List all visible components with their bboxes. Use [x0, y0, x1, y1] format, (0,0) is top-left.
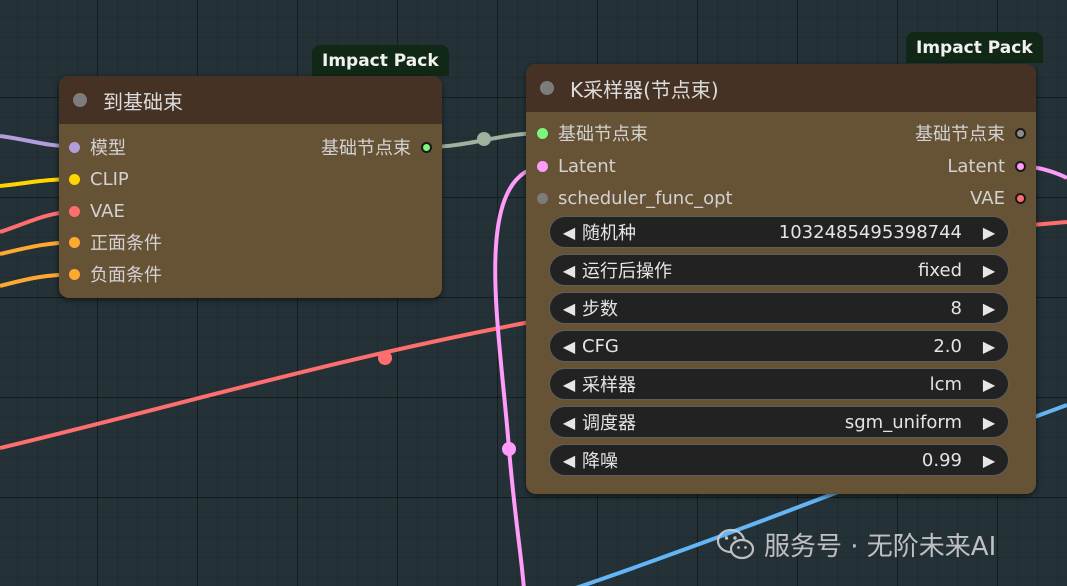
input-slot-clip[interactable]: CLIP [69, 165, 129, 193]
wire-latent-midpoint[interactable] [502, 442, 516, 456]
slot-label: scheduler_func_opt [558, 187, 733, 209]
wire-basic-pipe-midpoint[interactable] [477, 132, 491, 146]
widget-label: CFG [582, 335, 619, 357]
widget-value[interactable]: 0.99 [618, 450, 976, 471]
ksampler-pipe-node[interactable]: K采样器(节点束) 基础节点束 Latent scheduler_func_op… [526, 64, 1036, 494]
widget-label: 采样器 [582, 375, 636, 396]
widget-value[interactable]: 1032485495398744 [636, 222, 976, 243]
widget-label: 随机种 [582, 223, 636, 244]
basic-pipe-socket-icon[interactable] [421, 141, 432, 153]
output-slot-basic-pipe[interactable]: 基础节点束 [321, 133, 432, 161]
slot-label: Latent [558, 155, 616, 177]
decrement-arrow-icon[interactable]: ◀ [556, 261, 582, 280]
output-slot-vae[interactable]: VAE [970, 184, 1026, 212]
widget-scheduler[interactable]: ◀ 调度器 sgm_uniform ▶ [549, 406, 1009, 438]
increment-arrow-icon[interactable]: ▶ [976, 375, 1002, 394]
widget-value[interactable]: lcm [636, 374, 976, 395]
widget-label: 步数 [582, 299, 618, 320]
output-slot-basic-pipe[interactable]: 基础节点束 [915, 119, 1026, 147]
basic-pipe-socket-icon[interactable] [1015, 127, 1026, 139]
widget-value[interactable]: sgm_uniform [636, 412, 976, 433]
latent-socket-icon[interactable] [1015, 160, 1026, 172]
vae-socket-icon[interactable] [1015, 192, 1026, 204]
widget-steps[interactable]: ◀ 步数 8 ▶ [549, 292, 1009, 324]
increment-arrow-icon[interactable]: ▶ [976, 223, 1002, 242]
wire-vae-out [1031, 220, 1067, 227]
widget-control-after-generate[interactable]: ◀ 运行后操作 fixed ▶ [549, 254, 1009, 286]
vae-socket-icon[interactable] [69, 205, 80, 217]
widget-denoise[interactable]: ◀ 降噪 0.99 ▶ [549, 444, 1009, 476]
decrement-arrow-icon[interactable]: ◀ [556, 451, 582, 470]
slot-label: VAE [90, 200, 125, 222]
widget-label: 降噪 [582, 451, 618, 472]
conditioning-socket-icon[interactable] [69, 236, 80, 248]
input-slot-vae[interactable]: VAE [69, 197, 125, 225]
collapse-dot-icon[interactable] [540, 81, 554, 95]
input-slot-positive[interactable]: 正面条件 [69, 228, 162, 256]
decrement-arrow-icon[interactable]: ◀ [556, 337, 582, 356]
input-slot-model[interactable]: 模型 [69, 133, 126, 161]
slot-label: Latent [947, 155, 1005, 177]
increment-arrow-icon[interactable]: ▶ [976, 337, 1002, 356]
slot-label: 模型 [90, 138, 126, 159]
to-basic-pipe-node[interactable]: 到基础束 模型 CLIP VAE 正面条件 负面条件 基础节点束 [59, 76, 442, 298]
impact-pack-badge-left: Impact Pack [312, 45, 449, 76]
decrement-arrow-icon[interactable]: ◀ [556, 375, 582, 394]
input-slot-negative[interactable]: 负面条件 [69, 260, 162, 288]
input-slot-latent[interactable]: Latent [537, 152, 616, 180]
slot-label: 基础节点束 [915, 124, 1005, 145]
model-socket-icon[interactable] [69, 141, 80, 153]
wire-vae-long-midpoint[interactable] [378, 351, 392, 365]
increment-arrow-icon[interactable]: ▶ [976, 413, 1002, 432]
widget-label: 调度器 [582, 413, 636, 434]
watermark-text: 服务号 · 无阶未来AI [764, 532, 997, 562]
wechat-icon [716, 528, 755, 559]
output-slot-latent[interactable]: Latent [947, 152, 1026, 180]
increment-arrow-icon[interactable]: ▶ [976, 451, 1002, 470]
impact-pack-badge-right: Impact Pack [906, 32, 1043, 63]
widget-seed[interactable]: ◀ 随机种 1032485495398744 ▶ [549, 216, 1009, 248]
node-title: K采样器(节点束) [570, 77, 719, 102]
clip-socket-icon[interactable] [69, 173, 80, 185]
increment-arrow-icon[interactable]: ▶ [976, 299, 1002, 318]
input-slot-basic-pipe[interactable]: 基础节点束 [537, 119, 648, 147]
widget-value[interactable]: 8 [618, 298, 976, 319]
decrement-arrow-icon[interactable]: ◀ [556, 223, 582, 242]
watermark: 服务号 · 无阶未来AI [716, 526, 996, 563]
widget-cfg[interactable]: ◀ CFG 2.0 ▶ [549, 330, 1009, 362]
slot-label: CLIP [90, 168, 129, 190]
decrement-arrow-icon[interactable]: ◀ [556, 413, 582, 432]
collapse-dot-icon[interactable] [73, 93, 87, 107]
optional-socket-icon[interactable] [537, 192, 548, 204]
node-header[interactable]: 到基础束 [59, 76, 442, 124]
widget-value[interactable]: fixed [672, 260, 976, 281]
basic-pipe-socket-icon[interactable] [537, 127, 548, 139]
slot-label: 负面条件 [90, 265, 162, 286]
slot-label: 基础节点束 [321, 138, 411, 159]
latent-socket-icon[interactable] [537, 160, 548, 172]
slot-label: 正面条件 [90, 233, 162, 254]
wire-vae-long [0, 320, 531, 450]
node-header[interactable]: K采样器(节点束) [526, 64, 1036, 112]
widget-sampler[interactable]: ◀ 采样器 lcm ▶ [549, 368, 1009, 400]
slot-label: VAE [970, 187, 1005, 209]
input-slot-scheduler-func-opt[interactable]: scheduler_func_opt [537, 184, 733, 212]
increment-arrow-icon[interactable]: ▶ [976, 261, 1002, 280]
decrement-arrow-icon[interactable]: ◀ [556, 299, 582, 318]
node-title: 到基础束 [103, 89, 183, 114]
widget-label: 运行后操作 [582, 261, 672, 282]
slot-label: 基础节点束 [558, 124, 648, 145]
widget-value[interactable]: 2.0 [619, 336, 976, 357]
conditioning-socket-icon[interactable] [69, 268, 80, 280]
